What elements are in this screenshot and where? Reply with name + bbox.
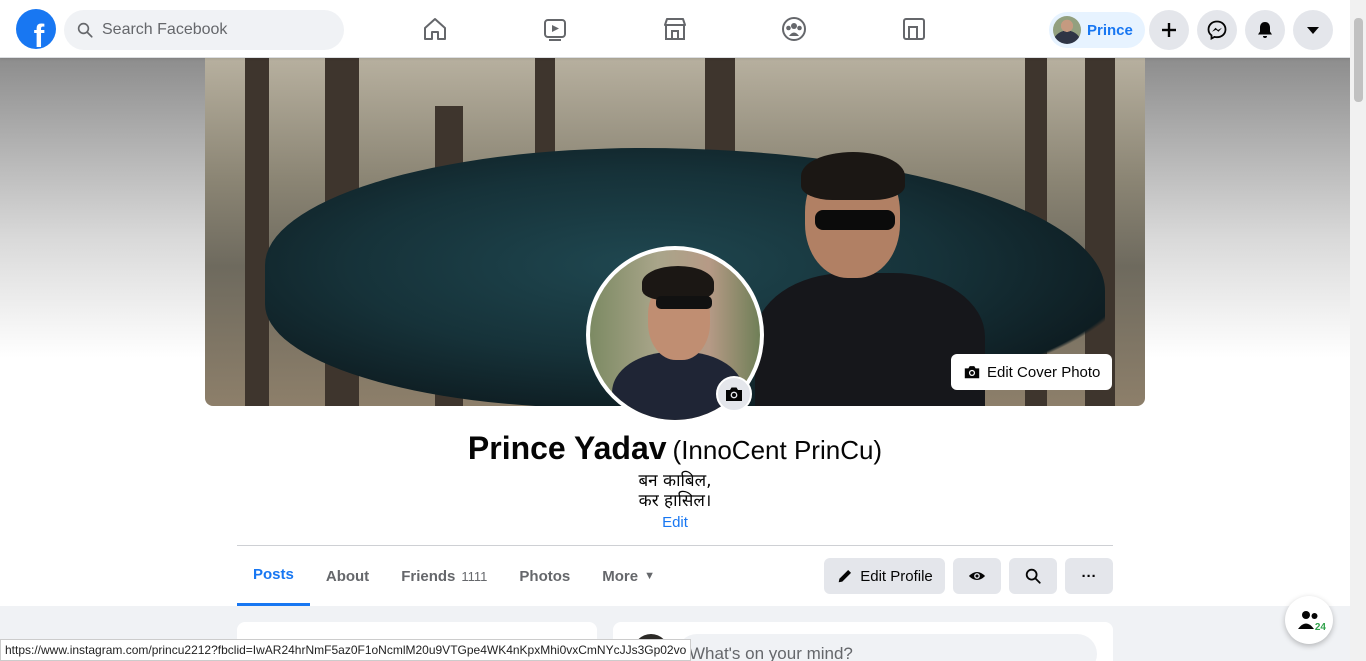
- create-button[interactable]: [1149, 10, 1189, 50]
- tab-about[interactable]: About: [310, 546, 385, 606]
- messenger-icon: [1207, 20, 1227, 40]
- account-menu-button[interactable]: [1293, 10, 1333, 50]
- edit-cover-photo-button[interactable]: Edit Cover Photo: [951, 354, 1113, 390]
- pencil-icon: [838, 569, 852, 583]
- eye-icon: [968, 571, 986, 581]
- camera-icon: [964, 366, 980, 379]
- home-icon[interactable]: [419, 13, 451, 45]
- facebook-logo-icon[interactable]: f: [16, 9, 56, 49]
- profile-tabs: Posts About Friends 1111 Photos More ▼: [237, 546, 671, 606]
- caret-down-icon: ▼: [644, 570, 655, 582]
- plus-icon: [1162, 23, 1176, 37]
- view-as-button[interactable]: [953, 558, 1001, 594]
- messenger-button[interactable]: [1197, 10, 1237, 50]
- create-post-input[interactable]: What's on your mind?: [677, 634, 1097, 661]
- friends-count: 1111: [461, 568, 488, 584]
- bio-line: बन काबिल,: [638, 471, 712, 491]
- gaming-icon[interactable]: [898, 13, 930, 45]
- edit-cover-photo-label: Edit Cover Photo: [987, 363, 1101, 381]
- profile-name: Prince Yadav (InnoCent PrinCu): [0, 430, 1350, 467]
- tab-photos[interactable]: Photos: [503, 546, 586, 606]
- profile-alternate-name: (InnoCent PrinCu): [672, 435, 883, 465]
- search-icon: [1025, 568, 1041, 584]
- avatar: [1053, 16, 1081, 44]
- profile-shortcut[interactable]: Prince: [1049, 12, 1145, 48]
- tab-friends[interactable]: Friends 1111: [385, 546, 503, 606]
- search-input[interactable]: [102, 21, 322, 39]
- more-options-button[interactable]: ···: [1065, 558, 1113, 594]
- status-bar-url: https://www.instagram.com/princu2212?fbc…: [0, 639, 692, 661]
- top-navigation-bar: f Prince: [0, 0, 1350, 58]
- profile-name-main: Prince Yadav: [467, 430, 667, 466]
- profile-bio: बन काबिल, कर हासिल।: [0, 471, 1350, 511]
- rider-image: [755, 152, 985, 406]
- camera-icon: [726, 387, 742, 401]
- profile-shortcut-name: Prince: [1087, 21, 1133, 39]
- marketplace-icon[interactable]: [659, 13, 691, 45]
- groups-icon[interactable]: [778, 13, 810, 45]
- page-scrollbar[interactable]: [1350, 0, 1366, 661]
- watch-icon[interactable]: [539, 13, 571, 45]
- search-box[interactable]: [64, 10, 344, 50]
- search-profile-button[interactable]: [1009, 558, 1057, 594]
- notifications-button[interactable]: [1245, 10, 1285, 50]
- more-options-icon: ···: [1081, 567, 1097, 585]
- online-count-badge: 24: [1314, 622, 1326, 633]
- edit-bio-link[interactable]: Edit: [0, 514, 1350, 531]
- bio-line: कर हासिल।: [638, 491, 712, 511]
- search-icon: [77, 22, 93, 38]
- scrollbar-thumb[interactable]: [1354, 18, 1363, 102]
- edit-profile-button[interactable]: Edit Profile: [824, 558, 945, 594]
- chevron-down-icon: [1307, 27, 1319, 34]
- tab-posts[interactable]: Posts: [237, 546, 310, 606]
- contacts-button[interactable]: 24: [1285, 596, 1333, 644]
- update-profile-picture-button[interactable]: [716, 376, 752, 412]
- bell-icon: [1258, 22, 1272, 38]
- tab-more[interactable]: More ▼: [586, 546, 671, 606]
